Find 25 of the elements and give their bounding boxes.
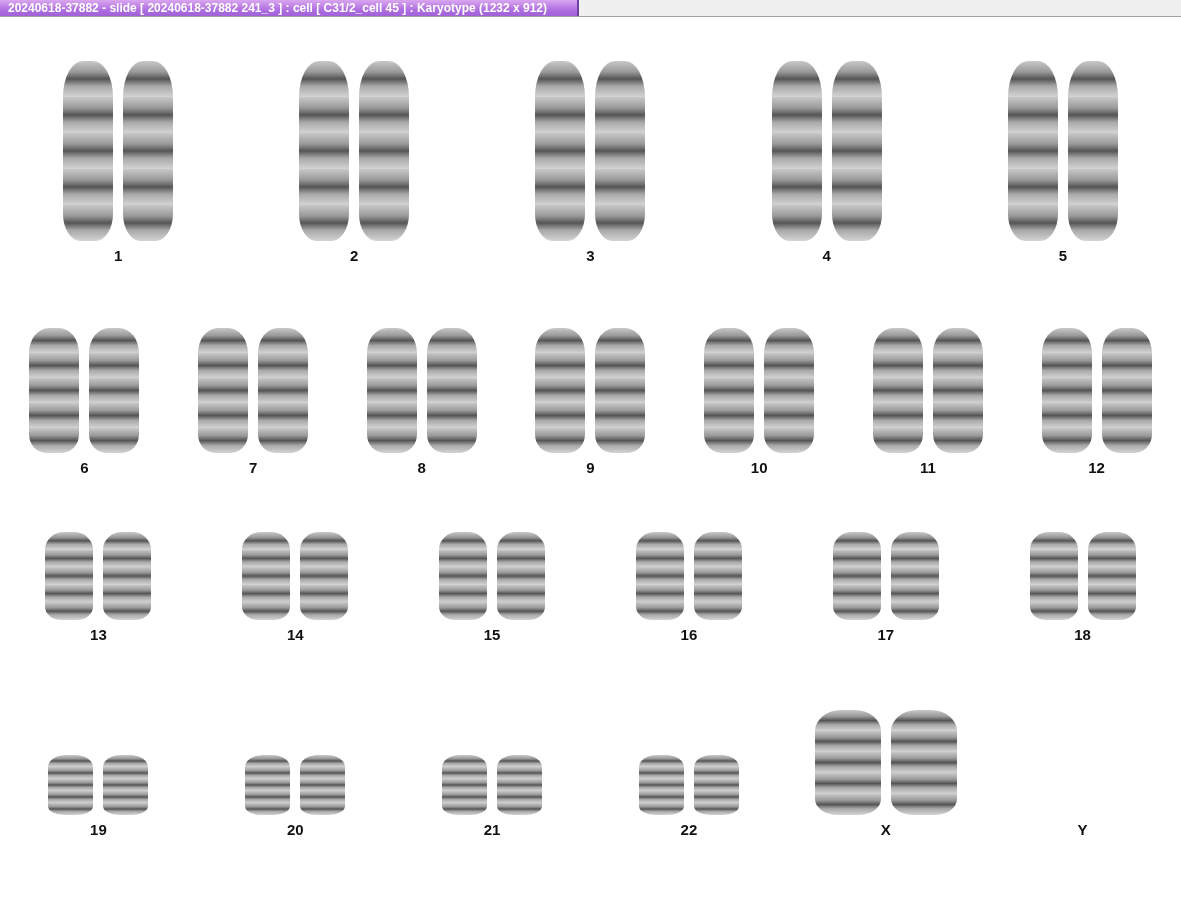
chromosome-label: 5 <box>1058 247 1068 265</box>
chromosome-label: X <box>880 821 891 839</box>
chromosome-label: 16 <box>680 626 698 644</box>
chromosome-label: Y <box>1077 821 1088 839</box>
chromosome-label: 20 <box>286 821 304 839</box>
chromosome-label: 10 <box>750 459 768 477</box>
chromosome-label: 18 <box>1074 626 1091 644</box>
chromosome-label: 15 <box>483 626 501 644</box>
chromosome-label: 6 <box>80 459 89 477</box>
chromosome-label: 8 <box>417 459 426 477</box>
chromosome-label: 4 <box>822 247 831 265</box>
chromosome-label: 3 <box>586 247 595 265</box>
chromosome-label: 1 <box>113 247 123 265</box>
chromosome-label: 21 <box>483 821 501 839</box>
chromosome-label: 17 <box>877 626 895 644</box>
chromosome-label: 11 <box>920 459 936 477</box>
chromosome-label: 9 <box>586 459 595 477</box>
chromosome-label: 12 <box>1088 459 1105 477</box>
chromosome-label: 19 <box>90 821 107 839</box>
chromosome-label: 7 <box>248 459 258 477</box>
chromosome-label: 2 <box>350 247 359 265</box>
chromosome-label: 14 <box>286 626 304 644</box>
window-title: 20240618-37882 - slide [ 20240618-37882 241_3 ] : cell [ C31/2_cell 45 ] : Karyotype (1232 x 912) <box>0 0 579 16</box>
chromosome-label: 13 <box>90 626 107 644</box>
chromosome-label: 22 <box>680 821 698 839</box>
